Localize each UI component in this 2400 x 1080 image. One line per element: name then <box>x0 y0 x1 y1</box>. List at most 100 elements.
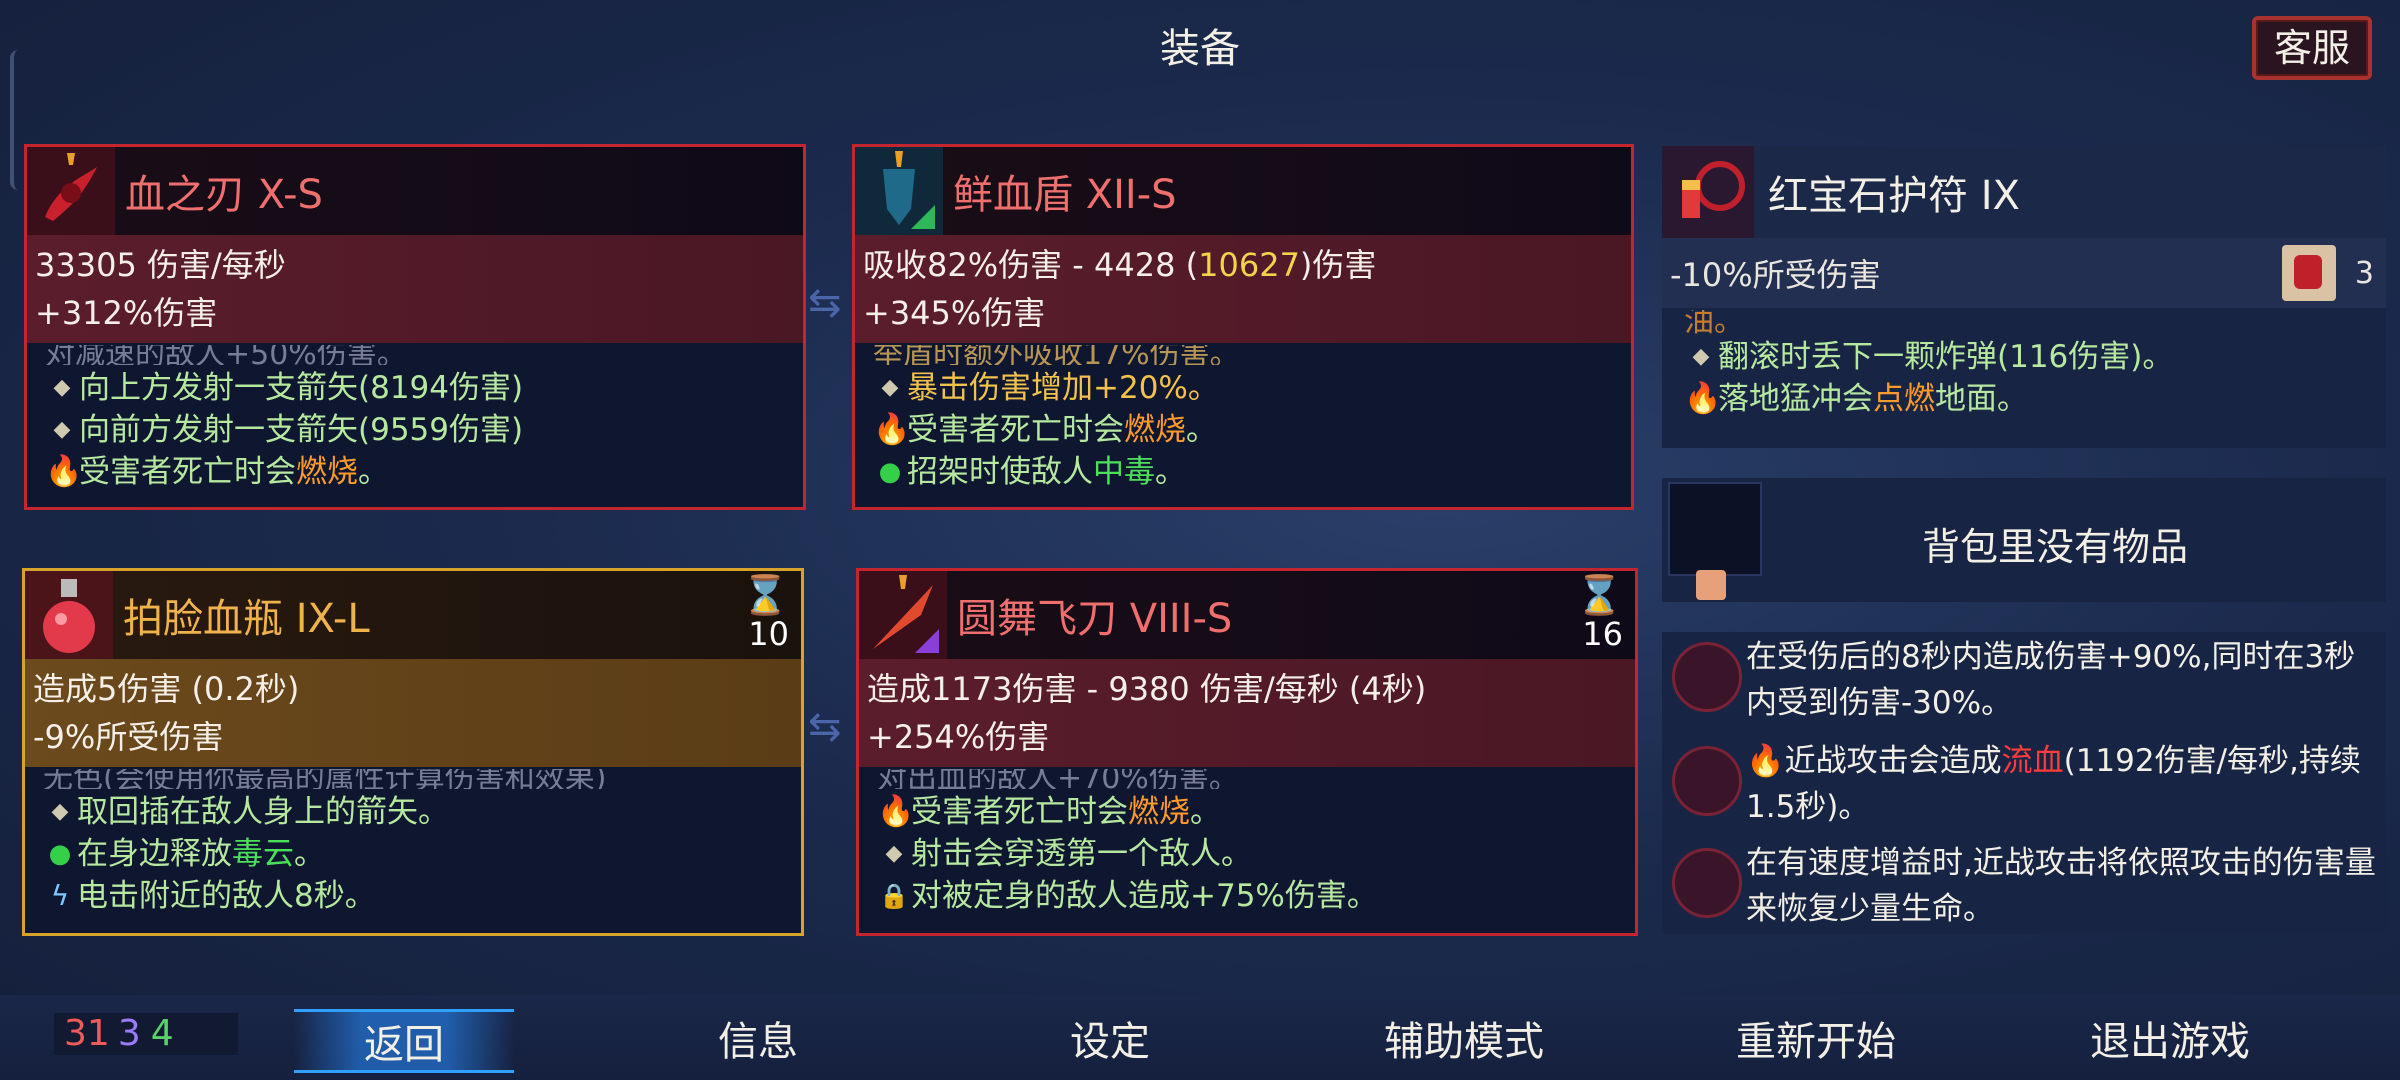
blood-sword-icon <box>27 147 115 235</box>
shield-stats: 吸收82%伤害 - 4428 (10627)伤害 +345%伤害 <box>855 235 1631 343</box>
skill-effect-cut: 对出血的敌人+70%伤害。 <box>877 769 1239 789</box>
shield-card-header: 鲜血盾 XII-S <box>855 147 1631 235</box>
weapon-effects: 对减速的敌人+50%伤害。 ◆ 向上方发射一支箭矢(8194伤害) ◆ 向前方发射一… <box>27 343 803 493</box>
weapon-effect-front-arrow: ◆ 向前方发射一支箭矢(9559伤害) <box>45 409 803 451</box>
shield-effect-crit: ◆ 暴击伤害增加+20%。 <box>873 367 1631 409</box>
skill-damage-bonus: +254%伤害 <box>867 718 1050 756</box>
weapon-card-blood-sword[interactable]: 血之刃 X-S 33305 伤害/每秒 +312%伤害 对减速的敌人+50%伤害… <box>24 144 806 510</box>
menu-restart[interactable]: 重新开始 <box>1706 1009 1926 1067</box>
amulet-effect-ignite: 🔥 落地猛冲会 点燃 地面。 <box>1684 378 2386 420</box>
amulet-card[interactable]: 红宝石护符 IX -10%所受伤害 3 油。 ◆ 翻滚时丢下一颗炸弹(116伤害)… <box>1662 146 2386 448</box>
bottom-menu-bar: 31 3 4 返回 信息 设定 辅助模式 重新开始 退出游戏 <box>0 995 2400 1080</box>
weapon-dps: 33305 伤害/每秒 <box>35 246 286 284</box>
backpack-face-icon <box>1696 570 1726 600</box>
skill-effect-shock: ϟ 电击附近的敌人8秒。 <box>43 875 801 917</box>
shield-effect-cut: 举盾时额外吸收17%伤害。 <box>873 345 1240 365</box>
weapon-damage-bonus: +312%伤害 <box>35 294 218 332</box>
skill-damage: 造成1173伤害 - 9380 伤害/每秒 (4秒) <box>867 670 1427 708</box>
mutation-icon <box>1672 848 1742 918</box>
twirling-knives-icon <box>859 571 947 659</box>
fire-icon: 🔥 <box>45 454 83 489</box>
shield-damage-bonus: +345%伤害 <box>863 294 1046 332</box>
skill-card-header: 拍脸血瓶 IX-L <box>25 571 801 659</box>
amulet-header: 红宝石护符 IX <box>1662 146 2386 238</box>
mutation-item[interactable]: 在受伤后的8秒内造成伤害+90%,同时在3秒内受到伤害-30%。 <box>1662 632 2386 732</box>
cooldown-timer: ⌛ 16 <box>1575 573 1623 653</box>
weapon-effect-cut: 对减速的敌人+50%伤害。 <box>45 345 407 365</box>
skill-card-health-flask[interactable]: 拍脸血瓶 IX-L ⌛ 10 造成5伤害 (0.2秒) -9%所受伤害 无色(会使… <box>22 568 804 936</box>
menu-back[interactable]: 返回 <box>294 1009 514 1073</box>
swap-arrows-icon[interactable]: ⇆ <box>808 704 842 750</box>
weapon-effect-up-arrow: ◆ 向上方发射一支箭矢(8194伤害) <box>45 367 803 409</box>
lightning-icon: ϟ <box>50 879 70 912</box>
shield-card-blood-shield[interactable]: 鲜血盾 XII-S 吸收82%伤害 - 4428 (10627)伤害 +345%… <box>852 144 1634 510</box>
poison-icon: ● <box>878 457 902 487</box>
backpack-panel[interactable]: 背包里没有物品 <box>1662 478 2386 602</box>
amulet-effect-bomb: ◆ 翻滚时丢下一颗炸弹(116伤害)。 <box>1684 336 2386 378</box>
skill-name: 圆舞飞刀 VIII-S <box>957 596 1233 642</box>
amulet-effect-cut: 油。 <box>1684 310 1744 334</box>
customer-service-button[interactable]: 客服 <box>2252 16 2372 80</box>
mutation-item[interactable]: 在有速度增益时,近战攻击将依照攻击的伤害量来恢复少量生命。 <box>1662 838 2386 938</box>
skill-effect-retrieve: ◆ 取回插在敌人身上的箭矢。 <box>43 791 801 833</box>
amulet-name: 红宝石护符 IX <box>1768 173 2020 219</box>
diamond-bullet-icon: ◆ <box>1692 344 1710 369</box>
scroll-icon <box>2282 245 2336 301</box>
menu-settings[interactable]: 设定 <box>1000 1009 1220 1067</box>
shield-name: 鲜血盾 XII-S <box>953 172 1177 218</box>
shield-effect-poison: ● 招架时使敌人 中毒。 <box>873 451 1631 493</box>
backpack-slot[interactable] <box>1668 482 1762 576</box>
skill-stats: 造成5伤害 (0.2秒) -9%所受伤害 <box>25 659 801 767</box>
amulet-effects: 油。 ◆ 翻滚时丢下一颗炸弹(116伤害)。 🔥 落地猛冲会 点燃 地面。 <box>1662 308 2386 420</box>
skill-effect-rooted: 🔒 对被定身的敌人造成+75%伤害。 <box>877 875 1635 917</box>
weapon-name: 血之刃 X-S <box>125 172 323 218</box>
skill-defense: -9%所受伤害 <box>33 718 224 756</box>
scroll-count: 3 <box>2354 255 2374 291</box>
diamond-bullet-icon: ◆ <box>881 375 899 400</box>
lock-icon: 🔒 <box>879 882 909 910</box>
menu-info[interactable]: 信息 <box>648 1009 868 1067</box>
shield-absorb: 吸收82%伤害 - 4428 (10627)伤害 <box>863 246 1377 284</box>
skill-effects: 对出血的敌人+70%伤害。 🔥 受害者死亡时会 燃烧。 ◆ 射击会穿透第一个敌人。 🔒… <box>859 767 1635 917</box>
weapon-stats: 33305 伤害/每秒 +312%伤害 <box>27 235 803 343</box>
skill-card-header: 圆舞飞刀 VIII-S <box>859 571 1635 659</box>
diamond-bullet-icon: ◆ <box>53 417 71 442</box>
mutations-panel: 在受伤后的8秒内造成伤害+90%,同时在3秒内受到伤害-30%。 🔥近战攻击会造… <box>1662 632 2386 934</box>
ruby-amulet-icon <box>1662 146 1754 238</box>
diamond-bullet-icon: ◆ <box>885 841 903 866</box>
cooldown-timer: ⌛ 10 <box>741 573 789 653</box>
hourglass-icon: ⌛ <box>1575 573 1623 617</box>
mutation-item[interactable]: 🔥近战攻击会造成流血(1192伤害/每秒,持续1.5秒)。 <box>1662 736 2386 836</box>
tactics-count: 3 <box>117 1013 141 1054</box>
fire-icon: 🔥 <box>877 794 915 829</box>
fire-icon: 🔥 <box>1684 381 1722 416</box>
mutation-icon <box>1672 642 1742 712</box>
backpack-empty-text: 背包里没有物品 <box>1922 525 2189 569</box>
skill-effect-cut: 无色(会使用你最高的属性计算伤害和效果) <box>43 769 607 789</box>
shield-effects: 举盾时额外吸收17%伤害。 ◆ 暴击伤害增加+20%。 🔥 受害者死亡时会 燃烧。 ●… <box>855 343 1631 493</box>
menu-assist-mode[interactable]: 辅助模式 <box>1354 1009 1574 1067</box>
skill-card-twirling-knives[interactable]: 圆舞飞刀 VIII-S ⌛ 16 造成1173伤害 - 9380 伤害/每秒 (4… <box>856 568 1638 936</box>
fire-icon: 🔥 <box>873 412 911 447</box>
weapon-effect-burn: 🔥 受害者死亡时会 燃烧。 <box>45 451 803 493</box>
brutality-count: 31 <box>64 1013 110 1054</box>
hourglass-icon: ⌛ <box>741 573 789 617</box>
scroll-counts: 31 3 4 <box>54 1013 238 1055</box>
health-flask-icon <box>25 571 113 659</box>
skill-effect-pierce: ◆ 射击会穿透第一个敌人。 <box>877 833 1635 875</box>
skill-effect-burn: 🔥 受害者死亡时会 燃烧。 <box>877 791 1635 833</box>
skill-damage: 造成5伤害 (0.2秒) <box>33 670 300 708</box>
menu-quit-game[interactable]: 退出游戏 <box>2060 1009 2280 1067</box>
fire-icon: 🔥 <box>1746 743 1785 779</box>
poison-icon: ● <box>48 839 72 869</box>
skill-effects: 无色(会使用你最高的属性计算伤害和效果) ◆ 取回插在敌人身上的箭矢。 ● 在身边释… <box>25 767 801 917</box>
amulet-stat: -10%所受伤害 3 <box>1662 238 2386 308</box>
skill-name: 拍脸血瓶 IX-L <box>123 596 370 642</box>
left-edge-decoration <box>10 50 22 190</box>
page-title: 装备 <box>1160 26 1240 72</box>
swap-arrows-icon[interactable]: ⇆ <box>808 280 842 326</box>
survival-count: 4 <box>150 1013 174 1054</box>
diamond-bullet-icon: ◆ <box>53 375 71 400</box>
skill-effect-poison-cloud: ● 在身边释放 毒云。 <box>43 833 801 875</box>
skill-stats: 造成1173伤害 - 9380 伤害/每秒 (4秒) +254%伤害 <box>859 659 1635 767</box>
